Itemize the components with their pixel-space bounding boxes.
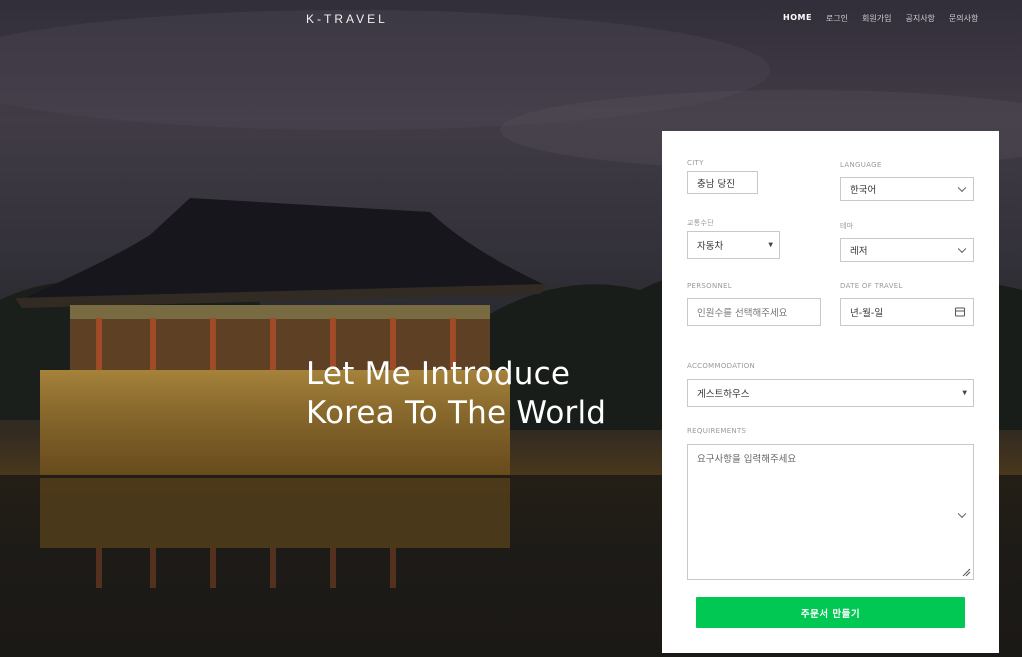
city-value: 충남 당진 bbox=[697, 178, 735, 190]
accommodation-select[interactable]: 게스트하우스 ▼ bbox=[687, 379, 974, 407]
city-label: CITY bbox=[687, 159, 704, 167]
brand-logo[interactable]: K-TRAVEL bbox=[306, 12, 388, 26]
requirements-textarea[interactable]: 요구사항을 입력해주세요 bbox=[687, 444, 974, 580]
requirements-placeholder: 요구사항을 입력해주세요 bbox=[697, 454, 797, 465]
chevron-down-icon bbox=[957, 244, 967, 254]
hero-line-2: Korea To The World bbox=[306, 395, 607, 431]
theme-value: 레저 bbox=[850, 246, 868, 257]
transport-value: 자동차 bbox=[697, 241, 724, 252]
nav-login[interactable]: 로그인 bbox=[826, 13, 848, 24]
personnel-placeholder: 인원수를 선택해주세요 bbox=[697, 308, 788, 319]
theme-label: 테마 bbox=[840, 222, 854, 230]
accommodation-value: 게스트하우스 bbox=[697, 389, 750, 400]
language-value: 한국어 bbox=[850, 185, 877, 196]
chevron-down-icon bbox=[957, 509, 967, 519]
nav-inquiry[interactable]: 문의사항 bbox=[949, 13, 978, 24]
personnel-label: PERSONNEL bbox=[687, 282, 732, 290]
transport-select[interactable]: 자동차 ▼ bbox=[687, 231, 780, 259]
chevron-down-icon bbox=[957, 183, 967, 193]
city-field[interactable]: 충남 당진 bbox=[687, 171, 758, 194]
transport-label: 교통수단 bbox=[687, 219, 714, 227]
date-input[interactable]: 년-월-일 bbox=[840, 298, 974, 326]
date-value: 년-월-일 bbox=[850, 308, 884, 319]
nav-signup[interactable]: 회원가입 bbox=[862, 13, 891, 24]
hero-line-1: Let Me Introduce bbox=[306, 356, 571, 392]
date-label: DATE OF TRAVEL bbox=[840, 282, 903, 290]
theme-select[interactable]: 레저 bbox=[840, 238, 974, 262]
requirements-label: REQUIREMENTS bbox=[687, 427, 747, 435]
calendar-icon[interactable] bbox=[955, 307, 965, 317]
caret-down-icon: ▼ bbox=[962, 389, 967, 397]
language-select[interactable]: 한국어 bbox=[840, 177, 974, 201]
top-navigation: HOME 로그인 회원가입 공지사항 문의사항 bbox=[783, 13, 978, 24]
resize-handle-icon[interactable] bbox=[962, 568, 971, 577]
create-order-button[interactable]: 주문서 만들기 bbox=[696, 597, 965, 628]
nav-notice[interactable]: 공지사항 bbox=[905, 13, 934, 24]
nav-home[interactable]: HOME bbox=[783, 13, 812, 24]
language-label: LANGUAGE bbox=[840, 161, 882, 169]
order-form-panel: CITY 충남 당진 LANGUAGE 한국어 교통수단 자동차 ▼ 테마 레저… bbox=[662, 131, 999, 653]
personnel-input[interactable]: 인원수를 선택해주세요 bbox=[687, 298, 821, 326]
caret-down-icon: ▼ bbox=[768, 241, 773, 249]
hero-headline: Let Me Introduce Korea To The World bbox=[306, 355, 606, 433]
accommodation-label: ACCOMMODATION bbox=[687, 362, 756, 370]
